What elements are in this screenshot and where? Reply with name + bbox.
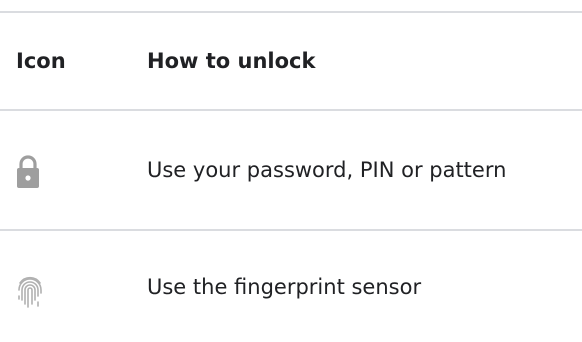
table-row: Use your password, PIN or pattern [0,111,582,229]
fingerprint-icon [16,274,44,310]
row-description: Use the fingerprint sensor [147,274,422,299]
row-description: Use your password, PIN or pattern [147,158,507,182]
row-icon-cell [16,111,126,229]
header-how-to-unlock-column: How to unlock [147,49,316,73]
header-icon-column: Icon [16,49,66,73]
table-header-row: Icon How to unlock [0,13,582,109]
lock-icon [16,155,40,189]
unlock-methods-table: Icon How to unlock Use your password, PI… [0,0,582,342]
row-icon-cell [16,231,126,342]
table-row: Use the fingerprint sensor [0,231,582,342]
